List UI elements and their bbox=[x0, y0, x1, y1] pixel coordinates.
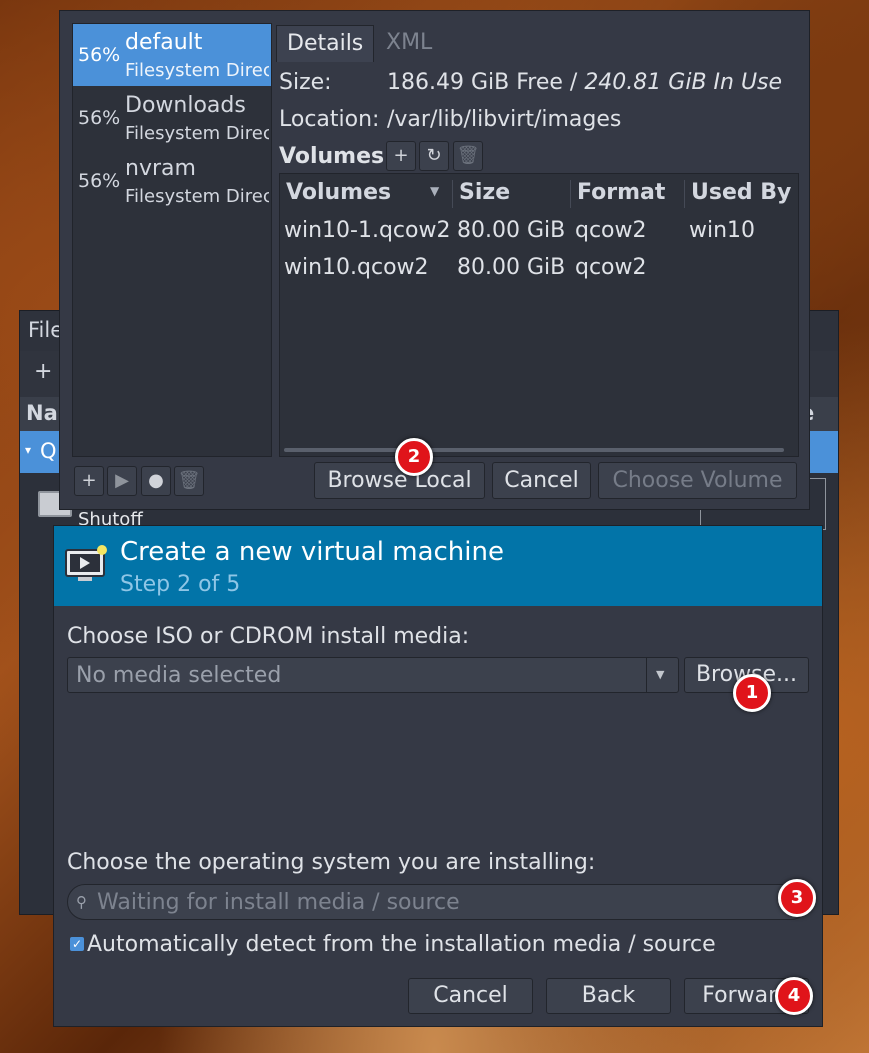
location-value: /var/lib/libvirt/images bbox=[387, 107, 622, 132]
iso-combo[interactable]: No media selected ▼ bbox=[67, 657, 679, 693]
wizard-header: Create a new virtual machine Step 2 of 5 bbox=[54, 526, 822, 606]
search-icon: ⚲ bbox=[76, 893, 87, 911]
plus-icon: + bbox=[81, 470, 97, 491]
pool-name: default bbox=[125, 30, 203, 55]
volume-format: qcow2 bbox=[575, 218, 647, 243]
iso-value: No media selected bbox=[76, 663, 282, 688]
chevron-down-icon[interactable]: ▼ bbox=[656, 668, 664, 681]
pool-item-downloads[interactable]: 56% Downloads Filesystem Directory bbox=[73, 87, 271, 149]
sort-desc-icon: ▼ bbox=[430, 184, 440, 198]
wizard-back-button[interactable]: Back bbox=[546, 978, 671, 1014]
check-icon: ✓ bbox=[71, 937, 83, 951]
volume-table: Volumes ▼ Size Format Used By win10-1.qc… bbox=[279, 173, 799, 457]
tab-xml[interactable]: XML bbox=[376, 25, 442, 61]
volume-name: win10.qcow2 bbox=[284, 255, 429, 280]
pool-usage: 56% bbox=[78, 44, 121, 66]
header-size[interactable]: Size bbox=[459, 180, 510, 205]
header-used-by[interactable]: Used By bbox=[691, 180, 791, 205]
delete-pool-button[interactable]: 🗑 bbox=[174, 466, 204, 496]
pool-item-default[interactable]: 56% default Filesystem Directory bbox=[73, 24, 271, 86]
wizard-title: Create a new virtual machine bbox=[120, 537, 504, 567]
table-row[interactable]: win10-1.qcow2 80.00 GiB qcow2 win10 bbox=[280, 214, 796, 250]
size-in-use: 240.81 GiB In Use bbox=[584, 70, 783, 95]
pool-name: Downloads bbox=[125, 93, 246, 118]
menu-file[interactable]: File bbox=[28, 318, 63, 342]
add-pool-button[interactable]: + bbox=[74, 466, 104, 496]
combo-divider bbox=[646, 658, 647, 692]
new-vm-toolbar-button[interactable]: + bbox=[34, 359, 52, 384]
expander-icon[interactable]: ▾ bbox=[25, 443, 31, 457]
volume-size: 80.00 GiB bbox=[457, 218, 566, 243]
wizard-cancel-button[interactable]: Cancel bbox=[408, 978, 533, 1014]
annotation-badge-1: 1 bbox=[733, 674, 771, 712]
column-separator bbox=[452, 180, 453, 208]
column-name-header[interactable]: Na bbox=[26, 401, 58, 425]
pool-item-nvram[interactable]: 56% nvram Filesystem Directory bbox=[73, 150, 271, 212]
auto-detect-checkbox[interactable]: ✓ bbox=[70, 937, 84, 951]
pool-type: Filesystem Directory bbox=[125, 186, 269, 207]
size-free: 186.49 GiB Free / bbox=[387, 70, 585, 95]
column-separator bbox=[684, 180, 685, 208]
pool-usage: 56% bbox=[78, 107, 121, 129]
annotation-badge-3: 3 bbox=[778, 879, 816, 917]
os-search-input[interactable]: ⚲ Waiting for install media / source bbox=[67, 884, 809, 920]
header-format[interactable]: Format bbox=[577, 180, 665, 205]
trash-icon: 🗑 bbox=[456, 145, 480, 166]
volumes-label: Volumes bbox=[279, 144, 385, 169]
new-vm-monitor-icon bbox=[65, 545, 107, 581]
auto-detect-label[interactable]: Automatically detect from the installati… bbox=[87, 932, 716, 957]
volume-size: 80.00 GiB bbox=[457, 255, 566, 280]
pool-name: nvram bbox=[125, 156, 196, 181]
wizard-step: Step 2 of 5 bbox=[120, 572, 241, 597]
annotation-badge-2: 2 bbox=[395, 438, 433, 476]
pool-list: 56% default Filesystem Directory 56% Dow… bbox=[72, 23, 272, 457]
stop-pool-button[interactable]: ● bbox=[141, 466, 171, 496]
pool-type: Filesystem Directory bbox=[125, 123, 269, 144]
choose-volume-button[interactable]: Choose Volume bbox=[598, 462, 797, 499]
volume-format: qcow2 bbox=[575, 255, 647, 280]
os-search-placeholder: Waiting for install media / source bbox=[97, 890, 460, 915]
delete-volume-button[interactable]: 🗑 bbox=[453, 141, 483, 171]
play-icon: ▶ bbox=[115, 470, 129, 491]
tab-details[interactable]: Details bbox=[276, 25, 375, 62]
add-volume-button[interactable]: + bbox=[386, 141, 416, 171]
pool-type: Filesystem Directory bbox=[125, 60, 269, 81]
annotation-badge-4: 4 bbox=[775, 977, 813, 1015]
plus-icon: + bbox=[393, 145, 409, 166]
connection-name: Q bbox=[40, 439, 57, 463]
table-row[interactable]: win10.qcow2 80.00 GiB qcow2 bbox=[280, 251, 796, 287]
os-label: Choose the operating system you are inst… bbox=[67, 850, 596, 875]
column-separator bbox=[570, 180, 571, 208]
refresh-volumes-button[interactable]: ↻ bbox=[419, 141, 449, 171]
start-pool-button[interactable]: ▶ bbox=[107, 466, 137, 496]
trash-icon: 🗑 bbox=[177, 470, 201, 491]
volume-name: win10-1.qcow2 bbox=[284, 218, 451, 243]
stop-circle-icon: ● bbox=[148, 470, 164, 491]
header-volumes[interactable]: Volumes bbox=[286, 180, 391, 205]
location-label: Location: bbox=[279, 107, 380, 132]
volume-used-by: win10 bbox=[689, 218, 756, 243]
new-vm-dialog: Create a new virtual machine Step 2 of 5… bbox=[53, 525, 823, 1027]
refresh-icon: ↻ bbox=[426, 145, 442, 166]
storage-cancel-button[interactable]: Cancel bbox=[492, 462, 591, 499]
storage-dialog: 56% default Filesystem Directory 56% Dow… bbox=[59, 10, 810, 510]
horizontal-scrollbar[interactable] bbox=[284, 448, 784, 452]
size-value: 186.49 GiB Free / 240.81 GiB In Use bbox=[387, 70, 782, 95]
iso-label: Choose ISO or CDROM install media: bbox=[67, 624, 470, 649]
pool-usage: 56% bbox=[78, 170, 121, 192]
size-label: Size: bbox=[279, 70, 332, 95]
